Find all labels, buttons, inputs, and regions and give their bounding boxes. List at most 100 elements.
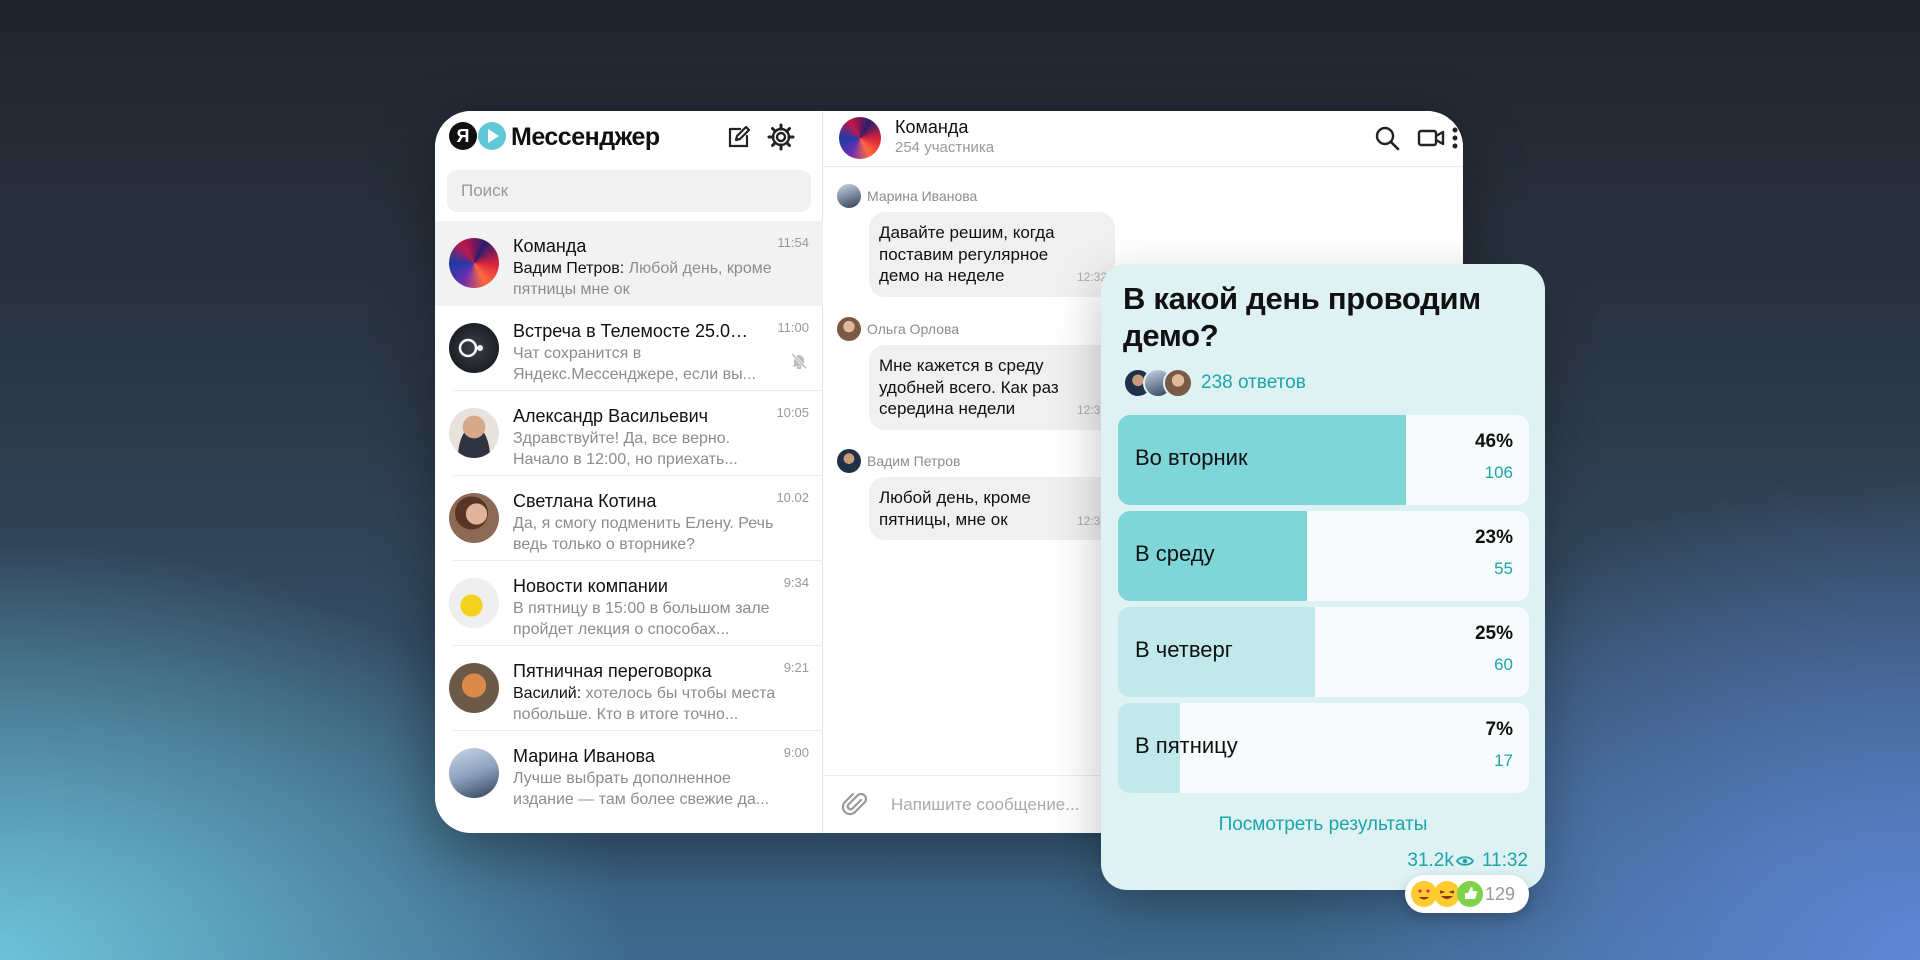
- avatar: [449, 493, 499, 543]
- poll-option[interactable]: В четверг 25% 60: [1118, 607, 1529, 697]
- poll-option-label: Во вторник: [1135, 445, 1248, 470]
- chat-preview-text: Лучше выбрать дополненное издание — там …: [513, 770, 770, 808]
- poll-time: 11:32: [1481, 850, 1528, 871]
- messenger-logo-icon: [478, 122, 506, 150]
- chat-name: Александр Васильевич: [513, 406, 709, 426]
- avatar: [449, 408, 499, 458]
- chat-time: 9:00: [783, 745, 809, 760]
- poll-option-votes: 60: [1494, 655, 1513, 674]
- chat-item-friday-room[interactable]: Пятничная переговорка Василий: хотелось …: [435, 646, 823, 731]
- avatar: [449, 578, 499, 628]
- chat-name: Светлана Котина: [513, 491, 657, 511]
- search-input[interactable]: [447, 170, 811, 212]
- poll-card: В какой день проводим демо? 238 ответов …: [1101, 264, 1545, 890]
- poll-option-percent: 23%: [1474, 527, 1513, 548]
- chat-preview: Здравствуйте! Да, все верно. Начало в 12…: [513, 428, 785, 470]
- sidebar-header: Я Мессенджер: [435, 111, 823, 167]
- chat-item-telemost[interactable]: Встреча в Телемосте 25.05 ... Чат сохран…: [435, 306, 823, 391]
- compose-icon[interactable]: [725, 123, 753, 151]
- avatar: [449, 238, 499, 288]
- yandex-logo: Я: [449, 122, 477, 150]
- chat-name: Команда: [513, 236, 587, 256]
- message-bubble[interactable]: Давайте решим, когда поставим регулярное…: [869, 212, 1115, 297]
- poll-meta: 31.2k 11:32: [1407, 850, 1528, 872]
- poll-option-label: В четверг: [1135, 637, 1233, 662]
- avatar: [837, 184, 861, 208]
- message-author: Вадим Петров: [867, 453, 961, 469]
- chat-time: 9:21: [783, 660, 809, 675]
- conversation-title[interactable]: Команда: [895, 117, 968, 138]
- chat-list: Команда Вадим Петров: Любой день, кроме …: [435, 221, 823, 816]
- message-text: Мне кажется в среду удобней всего. Как р…: [879, 356, 1059, 418]
- poll-option-percent: 7%: [1485, 719, 1513, 740]
- chat-preview-text: Да, я смогу подменить Елену. Речь ведь т…: [513, 515, 774, 553]
- chat-preview-text: Чат сохранится в Яндекс.Мессенджере, есл…: [513, 345, 756, 383]
- more-vertical-icon[interactable]: [1447, 124, 1463, 152]
- poll-option-votes: 55: [1494, 559, 1513, 578]
- reactions-count: 129: [1485, 884, 1516, 904]
- search-icon[interactable]: [1373, 124, 1401, 152]
- app-title: Мессенджер: [511, 123, 660, 151]
- poll-option[interactable]: Во вторник 46% 106: [1118, 415, 1529, 505]
- reactions-bar[interactable]: 129: [1405, 875, 1529, 913]
- chat-preview: Да, я смогу подменить Елену. Речь ведь т…: [513, 513, 785, 555]
- message-bubble[interactable]: Любой день, кроме пятницы, мне ок 12:35: [869, 477, 1115, 540]
- eye-icon: [1455, 856, 1474, 866]
- view-results-link[interactable]: Посмотреть результаты: [1101, 814, 1545, 836]
- chat-name: Марина Иванова: [513, 746, 655, 766]
- sidebar: Я Мессенджер Команда Вадим Петров: Любой…: [435, 111, 823, 833]
- chat-preview: Вадим Петров: Любой день, кроме пятницы …: [513, 258, 785, 300]
- chat-time: 10:05: [776, 405, 809, 420]
- chat-time: 9:34: [783, 575, 809, 590]
- poll-voters[interactable]: 238 ответов: [1123, 368, 1523, 398]
- chat-item-svetlana[interactable]: Светлана Котина Да, я смогу подменить Ел…: [435, 476, 823, 561]
- chat-item-marina[interactable]: Марина Иванова Лучше выбрать дополненное…: [435, 731, 823, 816]
- chat-time: 11:00: [777, 320, 809, 335]
- avatar: [1163, 368, 1193, 398]
- chat-time: 10.02: [776, 490, 809, 505]
- message-text: Давайте решим, когда поставим регулярное…: [879, 223, 1055, 285]
- poll-answers-count: 238 ответов: [1201, 372, 1306, 393]
- paperclip-icon[interactable]: [841, 791, 869, 819]
- chat-preview-author: Василий:: [513, 685, 582, 702]
- poll-option[interactable]: В пятницу 7% 17: [1118, 703, 1529, 793]
- chat-preview-text: В пятницу в 15:00 в большом зале пройдет…: [513, 600, 770, 638]
- views-count: 31.2k: [1407, 850, 1454, 871]
- poll-option[interactable]: В среду 23% 55: [1118, 511, 1529, 601]
- poll-question: В какой день проводим демо?: [1123, 281, 1481, 353]
- poll-option-label: В пятницу: [1135, 733, 1238, 758]
- message-bubble[interactable]: Мне кажется в среду удобней всего. Как р…: [869, 345, 1115, 430]
- video-icon[interactable]: [1417, 124, 1445, 152]
- avatar: [837, 449, 861, 473]
- chat-name: Новости компании: [513, 576, 668, 596]
- chat-item-team[interactable]: Команда Вадим Петров: Любой день, кроме …: [435, 221, 823, 306]
- conversation-header: Команда 254 участника: [823, 111, 1463, 167]
- avatar[interactable]: [839, 117, 881, 159]
- chat-preview: Лучше выбрать дополненное издание — там …: [513, 768, 785, 810]
- chat-preview-author: Вадим Петров:: [513, 260, 625, 277]
- gear-icon[interactable]: [767, 123, 795, 151]
- avatar: [837, 317, 861, 341]
- bell-off-icon: [790, 352, 808, 370]
- chat-item-news[interactable]: Новости компании В пятницу в 15:00 в бол…: [435, 561, 823, 646]
- avatar: [449, 323, 499, 373]
- conversation-subtitle: 254 участника: [895, 139, 995, 156]
- poll-option-percent: 25%: [1474, 623, 1513, 644]
- message-author: Ольга Орлова: [867, 321, 960, 337]
- thumbs-up-icon: [1457, 881, 1483, 907]
- chat-time: 11:54: [777, 235, 809, 250]
- avatar: [449, 748, 499, 798]
- poll-option-label: В среду: [1135, 541, 1215, 566]
- chat-name: Встреча в Телемосте 25.05 ...: [513, 321, 753, 341]
- poll-option-votes: 106: [1484, 463, 1513, 482]
- chat-preview: Василий: хотелось бы чтобы места побольш…: [513, 683, 785, 725]
- chat-preview: В пятницу в 15:00 в большом зале пройдет…: [513, 598, 785, 640]
- chat-preview: Чат сохранится в Яндекс.Мессенджере, есл…: [513, 343, 785, 385]
- message-text: Любой день, кроме пятницы, мне ок: [879, 488, 1031, 529]
- chat-name: Пятничная переговорка: [513, 661, 712, 681]
- message-author: Марина Иванова: [867, 188, 978, 204]
- avatar: [449, 663, 499, 713]
- poll-option-votes: 17: [1494, 751, 1513, 770]
- chat-preview-text: Здравствуйте! Да, все верно. Начало в 12…: [513, 430, 738, 468]
- chat-item-alexander[interactable]: Александр Васильевич Здравствуйте! Да, в…: [435, 391, 823, 476]
